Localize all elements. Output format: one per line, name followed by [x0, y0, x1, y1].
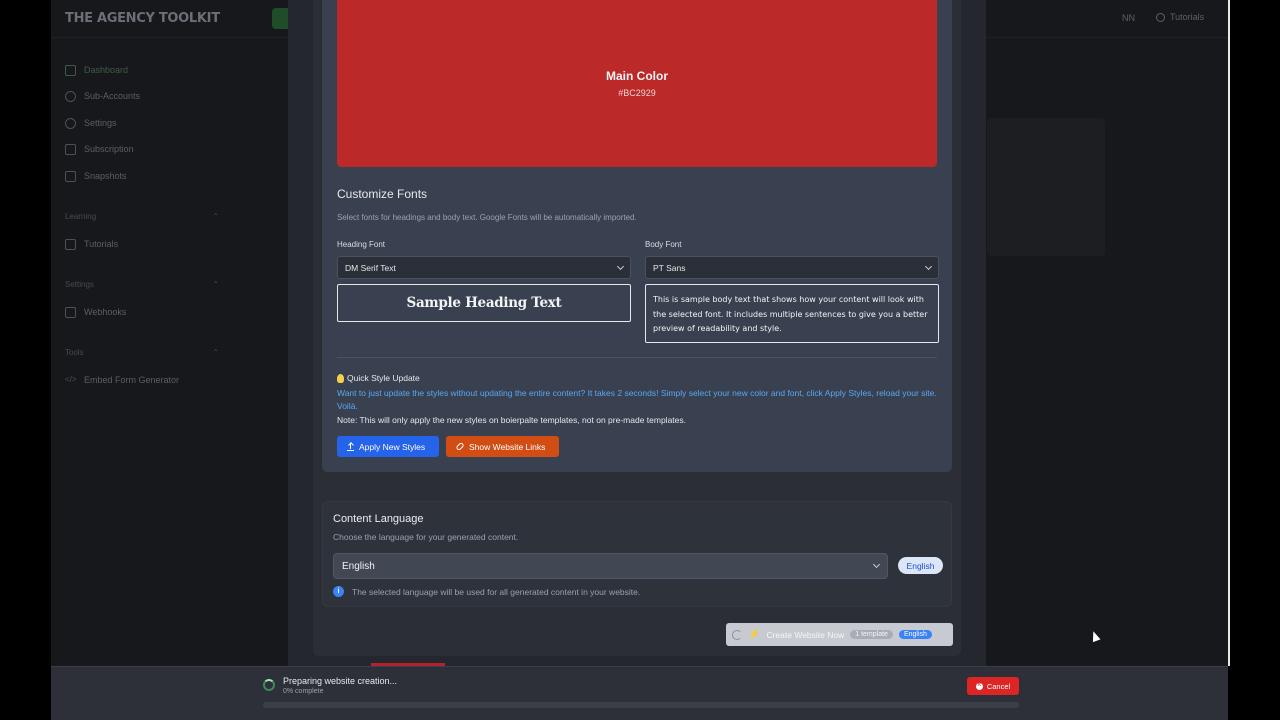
section-heading: Settings — [65, 280, 94, 289]
show-website-links-button[interactable]: Show Website Links — [446, 436, 559, 457]
template-count-badge: 1 template — [850, 630, 893, 639]
sidebar-section-settings[interactable]: Settings ⌃ — [65, 280, 219, 289]
create-language-badge: English — [898, 630, 932, 639]
tutorials-link-label: Tutorials — [1170, 12, 1205, 22]
app-window: THE AGENCY TOOLKIT NN Tutorials Dashboar… — [51, 0, 1228, 720]
loading-spinner-icon — [732, 629, 742, 640]
content-language-description: Choose the language for your generated c… — [333, 532, 519, 542]
sidebar-item-label: Embed Form Generator — [84, 375, 180, 385]
sidebar-item-label: Sub-Accounts — [84, 91, 141, 101]
heading-font-label: Heading Font — [337, 240, 386, 249]
content-language-section: Content Language Choose the language for… — [322, 501, 952, 607]
show-website-links-label: Show Website Links — [469, 441, 546, 452]
language-select-value: English — [342, 560, 375, 572]
sidebar-item-sub-accounts[interactable]: Sub-Accounts — [65, 89, 140, 103]
chevron-up-icon: ⌃ — [212, 348, 219, 357]
cancel-button[interactable]: Cancel — [967, 677, 1019, 695]
sidebar-item-label: Subscription — [84, 144, 134, 154]
heading-font-select[interactable]: DM Serif Text — [337, 256, 631, 279]
screen: THE AGENCY TOOLKIT NN Tutorials Dashboar… — [0, 0, 1280, 720]
lightbulb-icon — [337, 373, 344, 383]
link-icon — [65, 170, 76, 182]
lightning-icon: ⚡ — [748, 629, 761, 640]
user-avatar[interactable]: NN — [1122, 13, 1135, 23]
sidebar-item-settings[interactable]: Settings — [65, 116, 117, 130]
sidebar-section-tools[interactable]: Tools ⌃ — [65, 348, 219, 357]
sidebar-item-label: Webhooks — [84, 307, 127, 317]
progress-status: Preparing website creation... — [283, 676, 398, 686]
sidebar-item-label: Settings — [84, 118, 117, 128]
language-info: i The selected language will be used for… — [333, 586, 640, 597]
gear-icon — [65, 117, 76, 129]
main-color-label: Main Color — [606, 69, 668, 83]
home-icon — [65, 64, 76, 76]
section-divider — [337, 357, 937, 358]
sidebar-item-subscription[interactable]: Subscription — [65, 142, 134, 156]
main-color-preview[interactable]: Main Color #BC2929 — [337, 0, 937, 167]
content-language-title: Content Language — [333, 513, 424, 525]
language-select[interactable]: English — [333, 553, 888, 579]
quick-style-title: Quick Style Update — [337, 373, 420, 383]
body-font-value: PT Sans — [653, 262, 686, 273]
sidebar-item-tutorials[interactable]: Tutorials — [65, 237, 118, 251]
body-font-preview: This is sample body text that shows how … — [645, 284, 939, 343]
apply-new-styles-button[interactable]: Apply New Styles — [337, 436, 439, 457]
sidebar-item-webhooks[interactable]: Webhooks — [65, 305, 126, 319]
sidebar-section-learning[interactable]: Learning ⌃ — [65, 212, 219, 221]
window-edge — [1228, 0, 1230, 666]
sidebar-item-label: Dashboard — [84, 65, 129, 75]
close-circle-icon — [975, 680, 983, 690]
link-icon — [65, 306, 76, 318]
quick-style-description: Want to just update the styles without u… — [337, 388, 937, 411]
background-card — [987, 118, 1105, 256]
customize-fonts-description: Select fonts for headings and body text.… — [337, 213, 637, 222]
section-heading: Learning — [65, 212, 97, 221]
chevron-up-icon: ⌃ — [212, 280, 219, 289]
language-badge: English — [898, 557, 943, 574]
heading-font-preview: Sample Heading Text — [337, 284, 631, 322]
style-section: Main Color #BC2929 Customize Fonts Selec… — [322, 0, 952, 472]
quick-style-title-text: Quick Style Update — [347, 373, 420, 383]
body-font-select[interactable]: PT Sans — [645, 256, 939, 279]
sidebar-item-label: Tutorials — [84, 239, 119, 249]
brand-logo[interactable]: THE AGENCY TOOLKIT — [65, 11, 220, 26]
play-circle-icon — [1156, 12, 1165, 22]
chevron-up-icon: ⌃ — [212, 212, 219, 221]
sidebar-item-embed-form[interactable]: </> Embed Form Generator — [65, 373, 179, 387]
tutorials-link[interactable]: Tutorials — [1156, 12, 1204, 22]
heading-font-value: DM Serif Text — [345, 262, 396, 273]
progress-spinner-icon — [263, 679, 275, 691]
upload-icon — [347, 442, 354, 451]
play-icon — [65, 238, 76, 250]
sidebar-item-label: Snapshots — [84, 171, 127, 181]
modal-content: Main Color #BC2929 Customize Fonts Selec… — [313, 0, 1101, 656]
sidebar-item-snapshots[interactable]: Snapshots — [65, 169, 127, 183]
creation-progress-panel: Preparing website creation... 0% complet… — [51, 666, 1228, 720]
chevron-down-icon — [872, 560, 881, 569]
progress-bar — [263, 702, 1019, 708]
apply-new-styles-label: Apply New Styles — [359, 441, 426, 452]
main-color-hex: #BC2929 — [618, 88, 656, 98]
cancel-label: Cancel — [986, 681, 1011, 691]
code-icon: </> — [65, 374, 77, 384]
body-font-label: Body Font — [645, 240, 682, 249]
create-website-button[interactable]: ⚡ Create Website Now 1 template English — [726, 623, 953, 646]
info-icon: i — [333, 586, 344, 597]
create-website-label: Create Website Now — [766, 629, 845, 640]
chevron-down-icon — [616, 262, 625, 270]
quick-style-note: Note: This will only apply the new style… — [337, 415, 686, 425]
link-icon — [455, 441, 465, 452]
card-icon — [65, 143, 76, 155]
mouse-cursor-icon — [1089, 629, 1101, 643]
language-info-text: The selected language will be used for a… — [352, 586, 641, 597]
sidebar-item-dashboard[interactable]: Dashboard — [65, 63, 128, 77]
customize-fonts-title: Customize Fonts — [337, 187, 428, 201]
progress-percent: 0% complete — [283, 688, 324, 695]
website-creation-modal: Main Color #BC2929 Customize Fonts Selec… — [288, 0, 1101, 720]
chevron-down-icon — [924, 262, 933, 270]
section-heading: Tools — [65, 348, 84, 357]
pin-icon — [65, 90, 76, 102]
